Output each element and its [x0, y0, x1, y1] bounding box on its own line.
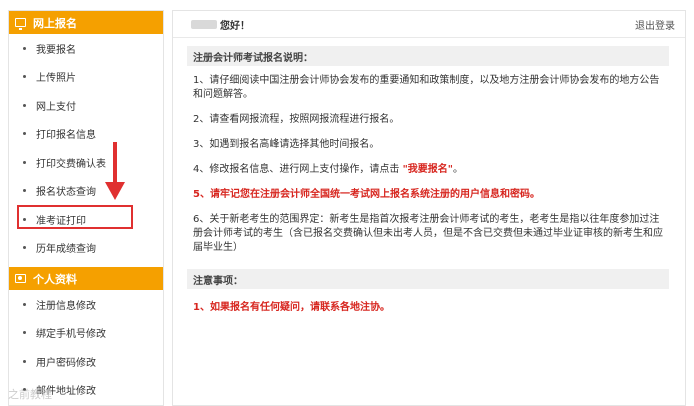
note-4-end: 。 [452, 164, 463, 175]
greeting-text: 您好！ [220, 20, 250, 32]
section-header-personal-info: 个人资料 [9, 267, 163, 290]
greeting: 您好！ [191, 17, 250, 32]
main-panel: 您好！ 退出登录 注册会计师考试报名说明： 1、请仔细阅读中国注册会计师协会发布… [172, 10, 686, 406]
menu-online-registration: 我要报名 上传照片 网上支付 打印报名信息 打印交费确认表 报名状态查询 准考证… [9, 34, 163, 262]
blurred-username [191, 19, 217, 29]
section-header-online-registration: 网上报名 [9, 11, 163, 34]
logout-link[interactable]: 退出登录 [635, 17, 675, 32]
note-5: 5、请牢记您在注册会计师全国统一考试网上报名系统注册的用户信息和密码。 [193, 189, 540, 200]
sidebar-item-edit-registration-info[interactable]: 注册信息修改 [9, 290, 163, 319]
note-3: 3、如遇到报名高峰请选择其他时间报名。 [193, 139, 380, 150]
attention-item: 1、如果报名有任何疑问，请联系各地注协。 [193, 302, 390, 313]
bullet-icon [23, 246, 26, 250]
red-arrow-icon [105, 142, 125, 200]
sidebar-item-upload-photo[interactable]: 上传照片 [9, 63, 163, 92]
sidebar-item-online-payment[interactable]: 网上支付 [9, 91, 163, 120]
bullet-icon [23, 132, 26, 136]
bullet-icon [23, 46, 26, 50]
section-title: 个人资料 [33, 272, 77, 286]
top-bar: 您好！ 退出登录 [173, 11, 685, 38]
profile-card-icon [15, 274, 26, 283]
instructions-title: 注册会计师考试报名说明： [187, 46, 669, 66]
bullet-icon [23, 331, 26, 335]
sidebar-item-edit-phone[interactable]: 绑定手机号修改 [9, 319, 163, 348]
attention-title: 注意事项： [187, 269, 669, 289]
watermark: 之前教程 [8, 388, 52, 401]
menu-label: 打印交费确认表 [36, 158, 106, 170]
menu-label: 打印报名信息 [36, 130, 96, 142]
sidebar-item-print-registration[interactable]: 打印报名信息 [9, 120, 163, 149]
sidebar-item-status-query[interactable]: 报名状态查询 [9, 177, 163, 206]
menu-label: 历年成绩查询 [36, 244, 96, 256]
menu-label: 报名状态查询 [36, 187, 96, 199]
register-link[interactable]: "我要报名" [403, 164, 453, 175]
sidebar-item-print-fee-confirmation[interactable]: 打印交费确认表 [9, 148, 163, 177]
note-1: 1、请仔细阅读中国注册会计师协会发布的重要通知和政策制度，以及地方注册会计师协会… [193, 75, 660, 100]
monitor-icon [15, 18, 26, 30]
menu-label: 我要报名 [36, 44, 76, 56]
menu-label: 注册信息修改 [36, 300, 96, 312]
note-4-text: 4、修改报名信息、进行网上支付操作，请点击 [193, 164, 400, 175]
note-6: 6、关于新老考生的范围界定：新考生是指首次报考注册会计师考试的考生，老考生是指以… [193, 214, 663, 253]
note-4: 4、修改报名信息、进行网上支付操作，请点击 "我要报名"。 [193, 163, 667, 177]
instructions-list: 1、请仔细阅读中国注册会计师协会发布的重要通知和政策制度，以及地方注册会计师协会… [193, 74, 667, 255]
menu-label: 上传照片 [36, 73, 76, 85]
sidebar: 网上报名 我要报名 上传照片 网上支付 打印报名信息 打印交费确认表 报名状态查… [8, 10, 164, 406]
sidebar-item-score-history[interactable]: 历年成绩查询 [9, 234, 163, 263]
sidebar-item-admission-ticket[interactable]: 准考证打印 [9, 205, 163, 234]
bullet-icon [23, 160, 26, 164]
menu-label: 用户密码修改 [36, 357, 96, 369]
menu-label: 绑定手机号修改 [36, 329, 106, 341]
highlight-box [17, 205, 133, 229]
bullet-icon [23, 302, 26, 306]
bullet-icon [23, 103, 26, 107]
bullet-icon [23, 359, 26, 363]
sidebar-item-register[interactable]: 我要报名 [9, 34, 163, 63]
section-title: 网上报名 [33, 16, 77, 30]
note-2: 2、请查看网报流程，按照网报流程进行报名。 [193, 114, 400, 125]
sidebar-item-edit-password[interactable]: 用户密码修改 [9, 347, 163, 376]
bullet-icon [23, 75, 26, 79]
bullet-icon [23, 189, 26, 193]
menu-label: 网上支付 [36, 101, 76, 113]
